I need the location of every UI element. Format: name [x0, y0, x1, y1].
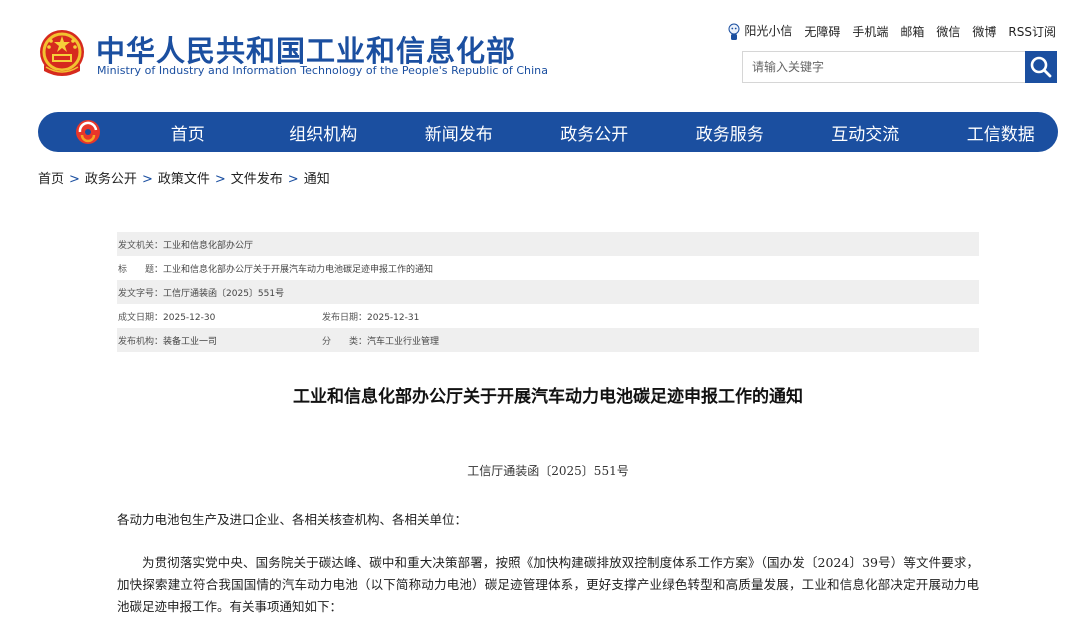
article-doc-number: 工信厅通装函〔2025〕551号 [467, 464, 629, 478]
article-paragraph: 为贯彻落实党中央、国务院关于碳达峰、碳中和重大决策部署，按照《加快构建碳排放双控… [117, 555, 979, 614]
meta-category-label: 分 类： [322, 336, 368, 347]
meta-org-cell: 发布机构：装备工业一司 [118, 334, 322, 347]
article-salutation: 各动力电池包生产及进口企业、各相关核查机构、各相关单位： [117, 512, 468, 527]
meta-created-value: 2025-12-30 [163, 312, 216, 323]
breadcrumb-publication[interactable]: 文件发布 [231, 172, 283, 187]
sunshine-mascot-icon [728, 23, 740, 40]
toplink-wechat[interactable]: 微信 [936, 23, 960, 40]
document-metadata: 发文机关： 工业和信息化部办公厅 标 题： 工业和信息化部办公厅关于开展汽车动力电池… [117, 232, 979, 352]
toplink-mail[interactable]: 邮箱 [900, 23, 924, 40]
meta-published-label: 发布日期： [322, 312, 368, 323]
meta-created-cell: 成文日期：2025-12-30 [118, 310, 322, 323]
meta-title-label: 标 题： [118, 264, 164, 275]
meta-row-issuer: 发文机关： 工业和信息化部办公厅 [117, 232, 979, 256]
meta-org-value: 装备工业一司 [163, 336, 218, 347]
main-nav: 首页 组织机构 新闻发布 政务公开 政务服务 互动交流 工信数据 [38, 112, 1058, 152]
site-subtitle: Ministry of Industry and Information Tec… [97, 64, 548, 77]
toplink-weibo[interactable]: 微博 [972, 23, 996, 40]
breadcrumb-gov-affairs[interactable]: 政务公开 [85, 172, 137, 187]
meta-org-label: 发布机构： [118, 336, 164, 347]
toplink-mobile[interactable]: 手机端 [852, 23, 888, 40]
meta-category-cell: 分 类：汽车工业行业管理 [322, 334, 439, 347]
top-links: 阳光小信 无障碍 手机端 邮箱 微信 微博 RSS订阅 [727, 22, 1056, 41]
nav-item-gov-affairs[interactable]: 政务公开 [527, 120, 663, 145]
national-emblem-icon[interactable] [36, 27, 88, 81]
meta-issuer-value: 工业和信息化部办公厅 [163, 240, 254, 251]
nav-item-home[interactable]: 首页 [120, 120, 256, 145]
breadcrumb-policy[interactable]: 政策文件 [158, 172, 210, 187]
toplink-sunshine-label: 阳光小信 [744, 24, 793, 38]
miit-logo-icon[interactable] [74, 118, 102, 146]
breadcrumb: 首页 > 政务公开 > 政策文件 > 文件发布 > 通知 [38, 168, 330, 187]
nav-items: 首页 组织机构 新闻发布 政务公开 政务服务 互动交流 工信数据 [120, 112, 1069, 152]
toplink-accessibility[interactable]: 无障碍 [804, 23, 840, 40]
search-input[interactable] [743, 52, 1027, 82]
meta-row-org: 发布机构：装备工业一司分 类：汽车工业行业管理 [117, 328, 979, 352]
breadcrumb-separator: > [287, 172, 299, 187]
search-icon [1030, 56, 1052, 78]
nav-item-organization[interactable]: 组织机构 [256, 120, 392, 145]
breadcrumb-notice[interactable]: 通知 [304, 172, 330, 187]
meta-title-value: 工业和信息化部办公厅关于开展汽车动力电池碳足迹申报工作的通知 [163, 264, 434, 275]
search-button[interactable] [1025, 51, 1057, 83]
meta-docno-label: 发文字号： [118, 288, 164, 299]
article-title: 工业和信息化部办公厅关于开展汽车动力电池碳足迹申报工作的通知 [293, 387, 803, 407]
meta-issuer-label: 发文机关： [118, 240, 164, 251]
breadcrumb-separator: > [141, 172, 153, 187]
site-header: 中华人民共和国工业和信息化部 Ministry of Industry and … [0, 0, 1080, 110]
toplink-sunshine[interactable]: 阳光小信 [727, 22, 792, 41]
meta-row-dates: 成文日期：2025-12-30 发布日期：2025-12-31 [117, 304, 979, 328]
meta-published-value: 2025-12-31 [367, 312, 420, 323]
breadcrumb-separator: > [214, 172, 226, 187]
search-box [742, 51, 1057, 83]
meta-docno-value: 工信厅通装函〔2025〕551号 [163, 288, 285, 299]
breadcrumb-separator: > [69, 172, 80, 187]
toplink-rss[interactable]: RSS订阅 [1008, 23, 1056, 40]
meta-category-value: 汽车工业行业管理 [367, 336, 440, 347]
meta-published-cell: 发布日期：2025-12-31 [322, 310, 419, 323]
meta-row-title: 标 题： 工业和信息化部办公厅关于开展汽车动力电池碳足迹申报工作的通知 [117, 256, 979, 280]
nav-item-data[interactable]: 工信数据 [933, 120, 1069, 145]
nav-item-news[interactable]: 新闻发布 [391, 120, 527, 145]
nav-item-interaction[interactable]: 互动交流 [798, 120, 934, 145]
breadcrumb-home[interactable]: 首页 [38, 172, 64, 187]
meta-row-docno: 发文字号： 工信厅通装函〔2025〕551号 [117, 280, 979, 304]
meta-created-label: 成文日期： [118, 312, 164, 323]
nav-item-gov-services[interactable]: 政务服务 [662, 120, 798, 145]
